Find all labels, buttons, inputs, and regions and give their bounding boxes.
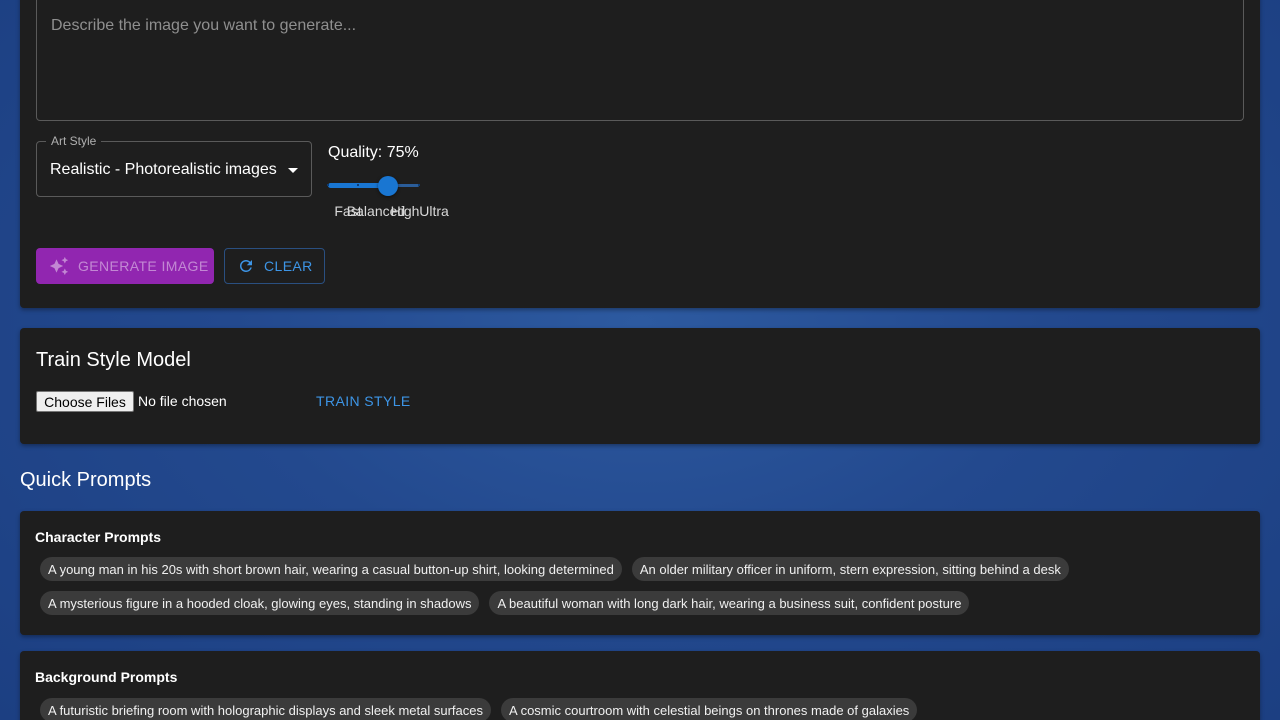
art-style-select[interactable]: Art Style Realistic - Photorealistic ima… [36,134,312,197]
slider-thumb[interactable] [378,176,399,196]
background-prompts-title: Background Prompts [35,669,178,685]
quick-prompts-title: Quick Prompts [20,469,152,491]
chip-row: A futuristic briefing room with holograp… [40,698,918,720]
art-style-label: Art Style [46,134,102,148]
art-style-value: Realistic - Photorealistic images [50,161,277,178]
background-prompts-card: Background Prompts A futuristic briefing… [20,651,1260,720]
slider-mark [327,184,329,186]
clear-label: Clear [264,258,313,274]
prompt-chip[interactable]: A mysterious figure in a hooded cloak, g… [40,591,480,615]
prompt-placeholder: Describe the image you want to generate.… [51,17,357,34]
quality-label: Quality: 75% [328,144,419,161]
sparkle-icon [49,256,69,276]
prompt-chip[interactable]: An older military officer in uniform, st… [631,557,1069,581]
generate-image-button[interactable]: Generate Image [36,248,214,284]
prompt-chip[interactable]: A cosmic courtroom with celestial beings… [501,698,918,720]
no-file-text: No file chosen [138,393,227,409]
prompt-chip[interactable]: A futuristic briefing room with holograp… [40,698,491,720]
character-prompts-card: Character Prompts A young man in his 20s… [20,511,1260,635]
prompt-textarea[interactable]: Describe the image you want to generate.… [36,0,1244,121]
train-style-title: Train Style Model [36,349,191,371]
slider-mark [357,184,359,186]
chip-row: A young man in his 20s with short brown … [40,557,1069,581]
mark-label-ultra: Ultra [419,203,449,219]
generate-image-label: Generate Image [78,258,209,274]
train-style-button[interactable]: Train Style [316,393,411,409]
refresh-icon [240,260,252,272]
slider-mark [418,184,420,186]
mark-label-high: High [390,203,420,219]
caret-down-icon [288,168,298,173]
image-generator-card: Describe the image you want to generate.… [20,0,1260,308]
prompt-chip[interactable]: A young man in his 20s with short brown … [40,557,622,581]
choose-files-button[interactable]: Choose Files [36,391,134,412]
train-style-card: Train Style Model Choose Files No file c… [20,328,1260,444]
character-prompts-title: Character Prompts [35,529,162,545]
clear-button[interactable]: Clear [224,248,325,284]
chip-row: A mysterious figure in a hooded cloak, g… [40,591,970,615]
quality-slider[interactable] [327,175,420,196]
prompt-chip[interactable]: A beautiful woman with long dark hair, w… [489,591,970,615]
